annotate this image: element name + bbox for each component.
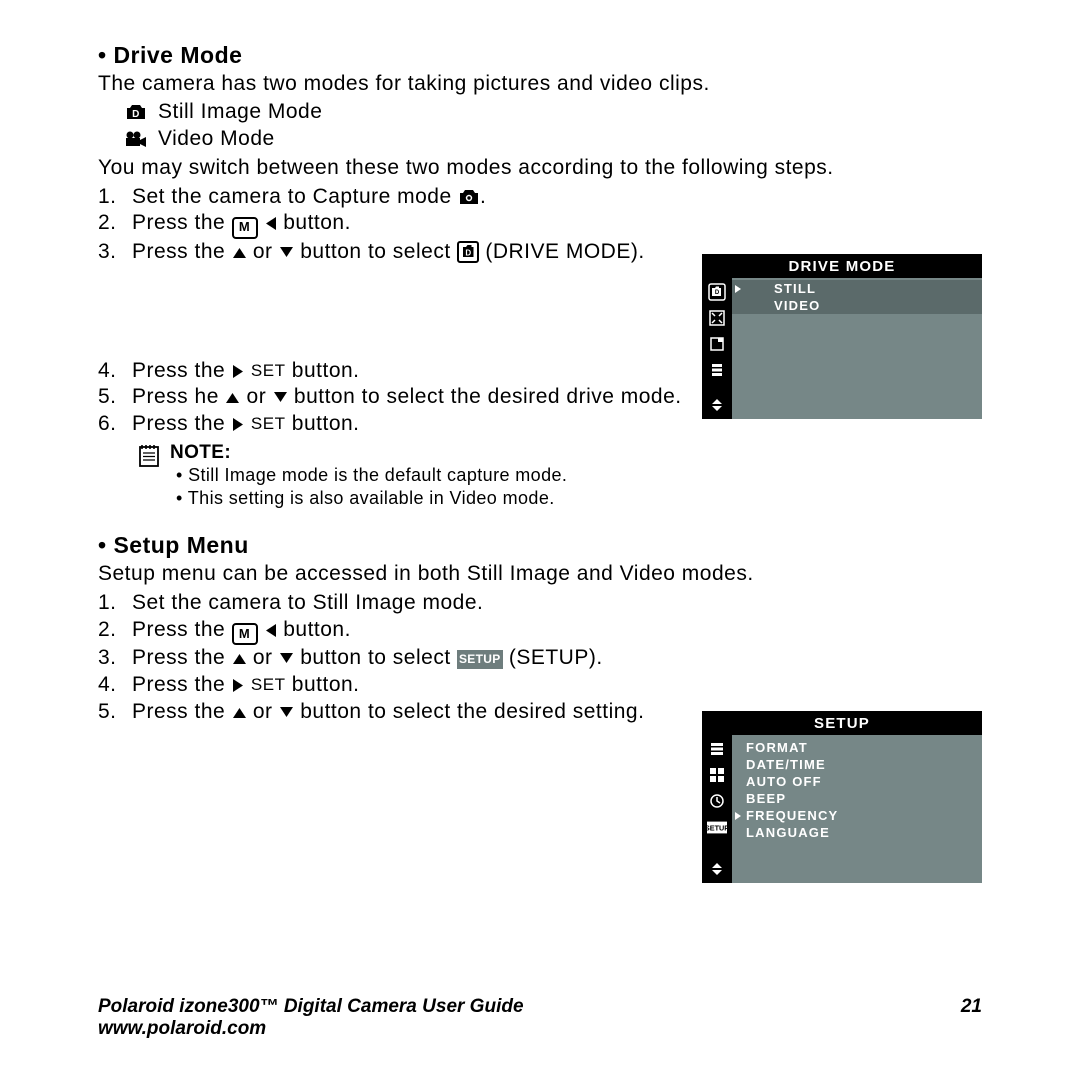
setup-menu-row-datetime: DATE/TIME	[732, 756, 982, 773]
right-triangle-icon	[232, 417, 245, 432]
footer-page-number: 21	[961, 996, 982, 1018]
down-triangle-icon	[273, 391, 288, 404]
video-camera-icon	[124, 130, 148, 148]
video-mode-row: Video Mode	[124, 126, 982, 153]
drive-mode-heading: • Drive Mode	[98, 42, 982, 69]
up-triangle-icon	[232, 706, 247, 719]
drive-step-2: 2. Press the M button.	[98, 210, 982, 238]
drive-sidebar-expand-icon	[707, 308, 727, 328]
setup-sidebar-setup-icon: SETUP	[707, 817, 727, 837]
footer-title: Polaroid izone300™ Digital Camera User G…	[98, 996, 524, 1018]
setup-sidebar-icon-1	[707, 739, 727, 759]
note-bullet-2: • This setting is also available in Vide…	[176, 487, 567, 510]
setup-step-1: 1. Set the camera to Still Image mode.	[98, 590, 982, 617]
drive-mode-menu-header: DRIVE MODE	[702, 254, 982, 278]
setup-menu-row-language: LANGUAGE	[732, 824, 982, 841]
up-triangle-icon	[232, 246, 247, 259]
setup-chip-icon: SETUP	[457, 650, 503, 668]
right-triangle-icon	[232, 678, 245, 693]
svg-text:D: D	[715, 290, 720, 296]
camera-icon	[458, 188, 480, 206]
left-triangle-icon	[264, 623, 277, 638]
setup-menu-heading: • Setup Menu	[98, 532, 982, 559]
left-triangle-icon	[264, 216, 277, 231]
drive-switch-intro: You may switch between these two modes a…	[98, 155, 982, 182]
down-triangle-icon	[279, 246, 294, 259]
d-camera-icon: D	[124, 103, 148, 121]
drive-mode-menu-panel: DRIVE MODE D STILL VIDEO	[702, 254, 982, 419]
drive-step-1: 1. Set the camera to Capture mode .	[98, 184, 982, 211]
note-bullet-1: • Still Image mode is the default captur…	[176, 464, 567, 487]
setup-menu-row-format: FORMAT	[732, 739, 982, 756]
up-triangle-icon	[225, 391, 240, 404]
drive-menu-row-still: STILL	[732, 280, 982, 297]
setup-sidebar-icon-2	[707, 765, 727, 785]
setup-step-4: 4. Press the SET button.	[98, 672, 982, 699]
drive-menu-row-video: VIDEO	[732, 297, 982, 314]
note-block: NOTE: • Still Image mode is the default …	[98, 442, 982, 510]
m-button-icon: M	[232, 217, 258, 239]
drive-menu-label-video: VIDEO	[746, 298, 982, 313]
drive-sidebar-setup-icon	[707, 360, 727, 380]
setup-menu-row-autooff: AUTO OFF	[732, 773, 982, 790]
footer-url: www.polaroid.com	[98, 1018, 524, 1040]
page-footer: Polaroid izone300™ Digital Camera User G…	[98, 996, 982, 1040]
svg-text:D: D	[465, 249, 471, 258]
drive-menu-label-still: STILL	[746, 281, 982, 296]
setup-menu-row-frequency: FREQUENCY	[732, 807, 982, 824]
setup-menu-intro: Setup menu can be accessed in both Still…	[98, 561, 982, 588]
setup-sidebar-icon-3	[707, 791, 727, 811]
drive-sidebar-card-icon	[707, 334, 727, 354]
up-triangle-icon	[232, 652, 247, 665]
note-label: NOTE:	[170, 442, 567, 464]
setup-menu-panel: SETUP SETUP FORMAT DATE/TIME AUTO OFF BE…	[702, 711, 982, 883]
notepad-icon	[138, 444, 160, 468]
drive-mode-intro: The camera has two modes for taking pict…	[98, 71, 982, 98]
drive-sidebar-updown-icon	[707, 395, 727, 415]
svg-text:D: D	[132, 109, 140, 120]
d-box-icon: D	[457, 241, 479, 263]
still-image-mode-row: D Still Image Mode	[124, 99, 982, 126]
video-mode-label: Video Mode	[158, 126, 275, 153]
setup-step-2: 2. Press the M button.	[98, 617, 982, 645]
setup-sidebar-updown-icon	[707, 859, 727, 879]
right-triangle-icon	[232, 364, 245, 379]
setup-menu-header: SETUP	[702, 711, 982, 735]
setup-step-3: 3. Press the or button to select SETUP (…	[98, 645, 982, 672]
drive-sidebar-d-icon: D	[707, 282, 727, 302]
down-triangle-icon	[279, 652, 294, 665]
down-triangle-icon	[279, 706, 294, 719]
svg-text:SETUP: SETUP	[707, 823, 727, 832]
m-button-icon: M	[232, 623, 258, 645]
still-image-mode-label: Still Image Mode	[158, 99, 322, 126]
setup-menu-row-beep: BEEP	[732, 790, 982, 807]
